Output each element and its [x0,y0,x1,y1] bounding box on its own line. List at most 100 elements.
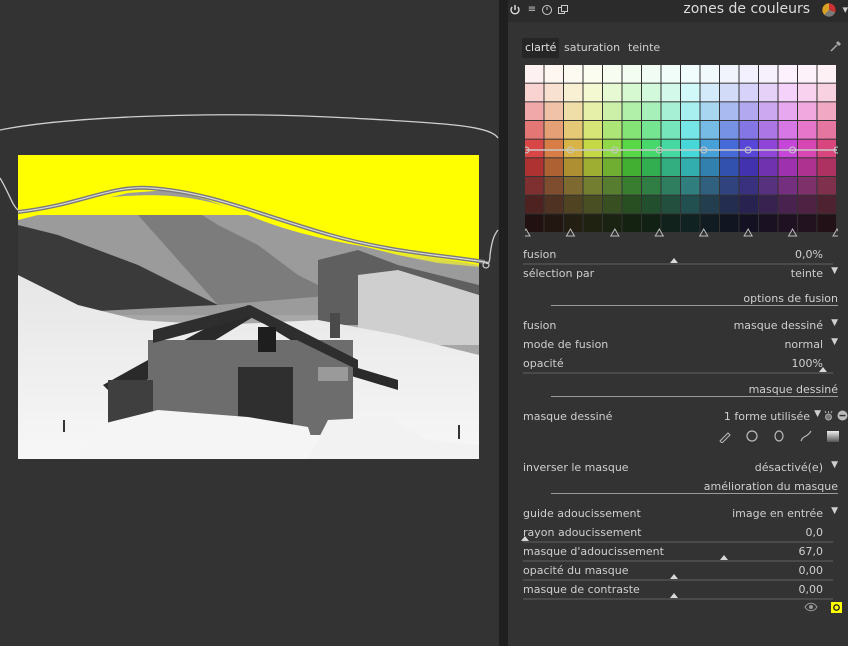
blend-mode-dropdown-icon[interactable]: ▼ [831,337,838,347]
reset-icon[interactable] [541,4,553,16]
blend-mode-row[interactable]: mode de fusion normal ▼ [508,337,848,352]
module-title: zones de couleurs [683,1,810,17]
fusion-slider-track[interactable] [523,263,833,265]
color-swatch [778,195,797,214]
color-swatch [603,177,622,195]
color-swatch [681,195,700,214]
color-swatch [739,102,758,120]
color-swatch [681,65,700,83]
feather-radius-thumb[interactable] [521,536,529,541]
mask-contrast-track[interactable] [523,598,833,600]
color-swatch [739,139,758,158]
color-swatch [544,121,563,139]
section-line [551,396,838,397]
color-swatch [700,158,719,176]
chevron-down-icon[interactable]: ▾ [842,3,848,16]
color-swatch [603,158,622,176]
color-swatch [778,102,797,120]
color-swatch [622,65,641,83]
color-swatch [564,65,583,83]
mask-opacity-row[interactable]: opacité du masque 0,00 [508,564,848,578]
color-swatch [739,177,758,195]
brush-icon[interactable] [718,429,732,444]
color-swatch [525,65,544,83]
color-swatch [739,195,758,214]
show-mask-shapes-icon[interactable] [823,410,834,425]
color-swatch [778,65,797,83]
blend-fusion-label: fusion [523,319,557,332]
fusion-slider-thumb[interactable] [670,258,678,263]
feather-radius-track[interactable] [523,541,833,543]
tab-saturation[interactable]: saturation [561,38,623,58]
drawn-mask-dropdown-icon[interactable]: ▼ [814,409,821,419]
blur-mask-thumb[interactable] [720,555,728,560]
color-swatch [622,195,641,214]
mask-shape-curve[interactable] [0,0,500,646]
color-swatch [622,102,641,120]
remove-shape-icon[interactable] [837,410,848,424]
circle-shape-icon[interactable] [745,429,759,443]
opacity-row[interactable]: opacité 100% [508,357,848,371]
color-swatch [739,121,758,139]
color-swatch [525,83,544,102]
blend-fusion-dropdown-icon[interactable]: ▼ [831,318,838,328]
color-swatch [583,83,602,102]
menu-icon[interactable]: ≡ [526,4,538,16]
color-swatch [798,177,817,195]
color-swatch [720,158,739,176]
color-swatch [642,177,661,195]
color-swatch [525,139,544,158]
display-mask-toggle-icon[interactable] [831,602,842,613]
color-swatch [603,214,622,232]
color-swatch [700,83,719,102]
drawn-mask-row[interactable]: masque dessiné 1 forme utilisée ▼ [508,409,848,425]
blur-mask-row[interactable]: masque d'adoucissement 67,0 [508,545,848,559]
tab-teinte[interactable]: teinte [625,38,663,58]
opacity-slider-track[interactable] [523,372,833,374]
invert-mask-dropdown-icon[interactable]: ▼ [831,460,838,470]
power-icon[interactable] [509,4,521,16]
image-canvas[interactable] [0,0,500,646]
color-swatch [583,177,602,195]
blur-mask-label: masque d'adoucissement [523,545,664,558]
color-swatch [817,214,836,232]
mask-contrast-thumb[interactable] [670,593,678,598]
color-swatch [622,177,641,195]
color-picker-icon[interactable] [830,40,842,52]
gradient-shape-icon[interactable] [826,429,840,443]
tab-clarte[interactable]: clarté [522,38,560,58]
mask-contrast-row[interactable]: masque de contraste 0,00 [508,583,848,597]
color-swatch [720,121,739,139]
blur-mask-track[interactable] [523,560,833,562]
color-swatch [642,214,661,232]
opacity-slider-thumb[interactable] [819,367,827,372]
color-swatch [759,139,778,158]
blend-fusion-row[interactable]: fusion masque dessiné ▼ [508,318,848,333]
mask-opacity-thumb[interactable] [670,574,678,579]
color-swatch [759,121,778,139]
blend-mode-value: normal [784,338,823,351]
color-swatch [778,158,797,176]
selection-row[interactable]: sélection par teinte ▼ [508,266,848,281]
color-swatch [583,158,602,176]
feather-radius-row[interactable]: rayon adoucissement 0,0 [508,526,848,540]
color-swatch [798,195,817,214]
color-zones-graph[interactable] [525,65,838,237]
color-swatch [661,102,680,120]
color-swatch [700,102,719,120]
color-wheel-icon[interactable] [821,2,837,18]
eye-icon[interactable] [804,602,818,615]
feather-guide-row[interactable]: guide adoucissement image en entrée ▼ [508,506,848,521]
fusion-slider-row[interactable]: fusion 0,0% [508,248,848,262]
mask-opacity-track[interactable] [523,579,833,581]
shape-tools [715,429,845,445]
ellipse-shape-icon[interactable] [772,429,786,443]
selection-dropdown-icon[interactable]: ▼ [831,266,838,276]
feather-guide-dropdown-icon[interactable]: ▼ [831,506,838,516]
color-swatch [525,158,544,176]
color-swatch [642,83,661,102]
invert-mask-row[interactable]: inverser le masque désactivé(e) ▼ [508,460,848,475]
blend-fusion-value: masque dessiné [733,319,823,332]
duplicate-icon[interactable] [557,4,569,16]
path-shape-icon[interactable] [799,429,813,443]
